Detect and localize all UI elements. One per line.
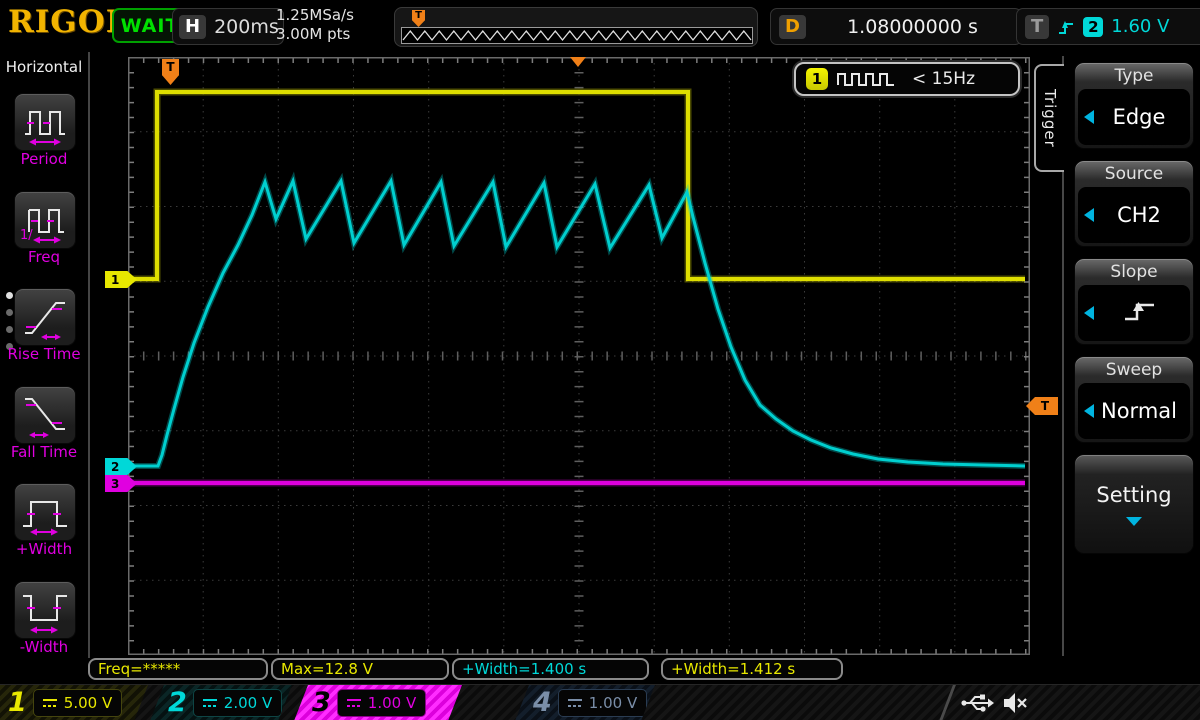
channel3-block-selected[interactable]: 3 1.00 V (294, 685, 462, 720)
trigger-label: T (1025, 15, 1049, 39)
rigol-logo: RIGOL (8, 4, 129, 40)
left-arrow-icon (1084, 306, 1094, 320)
speaker-muted-icon (1002, 691, 1028, 715)
left-arrow-icon (1084, 208, 1094, 222)
slope-rising-icon (1094, 298, 1184, 329)
delay-value: 1.08000000 s (812, 16, 1013, 38)
measure-fall-time-label: Fall Time (0, 443, 88, 461)
channel-status-bar: 1 5.00 V 2 2.00 V 3 1.00 V 4 1.00 V (0, 684, 1200, 720)
trigger-source-badge: 2 (1083, 17, 1103, 37)
page-dot[interactable] (6, 326, 13, 333)
channel1-block[interactable]: 1 5.00 V (0, 685, 148, 720)
trigger-sweep-button[interactable]: Sweep Normal (1074, 356, 1194, 443)
measurement-freq: Freq=***** (88, 658, 268, 680)
delay-readout: D 1.08000000 s (770, 8, 1022, 45)
left-arrow-icon (1084, 110, 1094, 124)
trigger-slope-label: Slope (1075, 259, 1193, 285)
trigger-time-marker-icon[interactable] (570, 57, 586, 67)
measurement-pos-width-1: +Width=1.400 s (452, 658, 649, 680)
oscilloscope-screen: RIGOL WAIT H 200ms 1.25MSa/s 3.00M pts T… (0, 0, 1200, 720)
channel2-block[interactable]: 2 2.00 V (150, 685, 292, 720)
sidebar-divider (88, 52, 90, 658)
rise-time-icon (17, 289, 73, 345)
channel4-scale: 1.00 V (589, 694, 637, 712)
minus-width-icon (17, 582, 73, 638)
dc-coupling-icon (347, 699, 361, 708)
measure-rise-time-button[interactable] (14, 288, 76, 346)
trigger-menu-tab: Trigger (1034, 64, 1064, 172)
sidebar-title: Horizontal (0, 58, 88, 76)
trigger-status-readout: T 2 1.60 V (1016, 8, 1200, 45)
timebase-label: H (179, 15, 206, 39)
sample-rate-readout: 1.25MSa/s 3.00M pts (276, 6, 354, 44)
trigger-level-marker[interactable]: T (1026, 397, 1058, 415)
period-icon (17, 94, 73, 150)
left-arrow-icon (1084, 404, 1094, 418)
delay-label: D (779, 15, 806, 39)
channel2-number: 2 (168, 686, 187, 720)
trigger-sweep-value: Normal (1094, 399, 1184, 423)
trigger-type-value: Edge (1094, 105, 1184, 129)
measure-pos-width-button[interactable] (14, 483, 76, 541)
timebase-readout: H 200ms (172, 8, 284, 45)
measure-period-label: Period (0, 150, 88, 168)
trigger-frequency-value: < 15Hz (912, 69, 975, 89)
trigger-source-label: Source (1075, 161, 1193, 187)
trigger-type-button[interactable]: Type Edge (1074, 62, 1194, 149)
dc-coupling-icon (43, 699, 57, 708)
trigger-level-value: 1.60 V (1111, 16, 1169, 37)
channel4-block[interactable]: 4 1.00 V (515, 685, 655, 720)
measurement-max: Max=12.8 V (271, 658, 449, 680)
channel1-scale: 5.00 V (64, 694, 112, 712)
timebase-value: 200ms (214, 16, 279, 38)
channel3-number: 3 (312, 686, 331, 720)
graticule-display (128, 57, 1030, 655)
measure-rise-time-label: Rise Time (0, 345, 88, 363)
sample-rate: 1.25MSa/s (276, 6, 354, 25)
channel1-number: 1 (8, 686, 27, 720)
measurement-pos-width-1-value: +Width=1.400 s (462, 660, 586, 678)
page-dot[interactable] (6, 309, 13, 316)
trigger-type-label: Type (1075, 63, 1193, 89)
rising-edge-icon (1057, 18, 1075, 36)
trigger-frequency-readout: 1 < 15Hz (794, 62, 1020, 96)
plus-width-icon (17, 484, 73, 540)
status-icons-divider (939, 685, 956, 720)
trigger-setting-label: Setting (1096, 483, 1171, 507)
svg-text:1/: 1/ (20, 228, 33, 243)
trigger-source-value: CH2 (1094, 203, 1184, 227)
trigger-source-button[interactable]: Source CH2 (1074, 160, 1194, 247)
freq-icon: 1/ (17, 192, 73, 248)
measure-pos-width-label: +Width (0, 540, 88, 558)
measure-neg-width-button[interactable] (14, 581, 76, 639)
waveform-position-preview[interactable]: T (394, 7, 758, 47)
chevron-down-icon (1126, 517, 1142, 526)
channel2-scale: 2.00 V (224, 694, 272, 712)
preview-waveform-icon (402, 28, 752, 43)
measurement-max-value: Max=12.8 V (281, 660, 373, 678)
measure-neg-width-label: -Width (0, 638, 88, 656)
memory-depth: 3.00M pts (276, 25, 354, 44)
usb-icon (960, 693, 994, 713)
measurement-freq-value: Freq=***** (98, 660, 180, 678)
channel3-scale: 1.00 V (368, 694, 416, 712)
dc-coupling-icon (568, 699, 582, 708)
trigger-setting-button[interactable]: Setting (1074, 454, 1194, 554)
channel4-number: 4 (533, 686, 552, 720)
preview-wave-window (401, 27, 753, 44)
measure-fall-time-button[interactable] (14, 386, 76, 444)
measure-freq-button[interactable]: 1/ (14, 191, 76, 249)
measurement-pos-width-2-value: +Width=1.412 s (671, 660, 795, 678)
measure-freq-label: Freq (0, 248, 88, 266)
measurement-pos-width-2: +Width=1.412 s (661, 658, 843, 680)
measure-period-button[interactable] (14, 93, 76, 151)
trigger-info-channel-badge: 1 (806, 68, 828, 90)
pulse-train-icon (837, 70, 903, 88)
trigger-sweep-label: Sweep (1075, 357, 1193, 383)
dc-coupling-icon (203, 699, 217, 708)
preview-trigger-flag-icon[interactable]: T (412, 10, 425, 27)
page-dot-active[interactable] (6, 292, 13, 299)
fall-time-icon (17, 387, 73, 443)
trigger-slope-button[interactable]: Slope (1074, 258, 1194, 345)
